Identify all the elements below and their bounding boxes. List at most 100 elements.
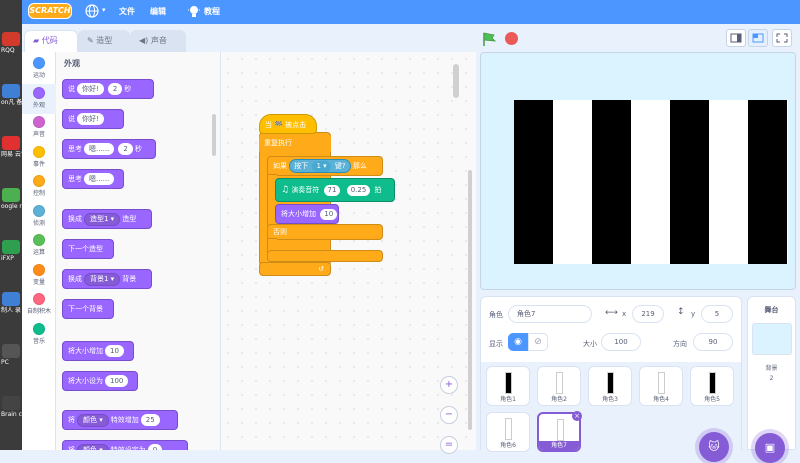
piano-key-sprite[interactable] [514, 100, 553, 264]
green-flag-icon[interactable] [482, 32, 496, 46]
change-size-input[interactable]: 10 [320, 208, 338, 220]
show-hidden-button[interactable]: ⊘ [528, 333, 548, 351]
piano-key-sprite[interactable] [670, 100, 709, 264]
backdrop-count: 2 [769, 375, 774, 382]
looks-block[interactable]: 思考 嗯...... 2 秒 [62, 139, 156, 159]
if-else-block[interactable]: 如果 按下 1 ▾ 键? 那么 [267, 156, 383, 176]
stop-button[interactable] [505, 32, 518, 45]
menu-tutorials[interactable]: 教程 [204, 5, 220, 19]
block-text-input[interactable]: 你好! [77, 113, 104, 125]
looks-block[interactable]: 下一个造型 [62, 239, 114, 259]
stage-selector-panel[interactable]: 舞台 背景 2 ▣ [747, 296, 796, 463]
block-text-input[interactable]: 嗯...... [84, 143, 115, 155]
block-text-input[interactable]: 你好! [77, 83, 104, 95]
key-dropdown[interactable]: 1 ▾ [312, 160, 331, 172]
desktop-icon[interactable]: iFXP [0, 238, 22, 268]
when-flag-clicked-block[interactable]: 当 🏁 被点击 [259, 114, 317, 134]
add-sprite-button[interactable]: 🐱 [699, 432, 729, 462]
stage-canvas[interactable] [480, 52, 796, 290]
zoom-out-button[interactable]: − [440, 406, 458, 424]
sprite-thumbnail[interactable]: 角色6 [486, 412, 530, 452]
desktop-icon[interactable]: Brain chara [0, 394, 22, 424]
palette-scrollbar[interactable] [212, 114, 216, 156]
piano-key-sprite[interactable] [631, 100, 670, 264]
looks-block[interactable]: 将颜色 ▾ 特效增加 25 [62, 410, 178, 430]
block-text-input[interactable]: 嗯...... [84, 173, 115, 185]
block-number-input[interactable]: 25 [140, 414, 160, 426]
key-pressed-block[interactable]: 按下 1 ▾ 键? [289, 159, 351, 173]
category-item[interactable]: 变量 [22, 261, 56, 291]
looks-block[interactable]: 将颜色 ▾ 特效设定为 0 [62, 440, 188, 450]
category-item[interactable]: 声音 [22, 113, 56, 143]
desktop-icon[interactable]: RQQ [0, 30, 22, 60]
block-number-input[interactable]: 2 [118, 143, 133, 155]
note-input[interactable]: 71 [323, 184, 341, 196]
direction-input[interactable]: 90 [693, 333, 733, 351]
menu-file[interactable]: 文件 [119, 5, 135, 19]
sprite-thumbnail[interactable]: 角色7 × [537, 411, 582, 452]
sprite-thumbnail[interactable]: 角色5 [690, 366, 734, 406]
globe-icon[interactable] [85, 4, 99, 18]
category-item[interactable]: 运动 [22, 54, 56, 84]
delete-sprite-icon[interactable]: × [572, 411, 582, 421]
block-dropdown[interactable]: 颜色 ▾ [77, 413, 109, 427]
script-workspace[interactable]: 当 🏁 被点击 重复执行 如果 按下 1 ▾ 键? 那么 ♫ 演奏音符 71 0… [221, 52, 476, 454]
block-number-input[interactable]: 0 [147, 444, 163, 450]
tab-code[interactable]: ▰ 代码 [24, 30, 78, 52]
desktop-icon[interactable]: on凡 备60 [0, 82, 22, 112]
sprite-thumbnail[interactable]: 角色4 [639, 366, 683, 406]
fullscreen-button[interactable] [772, 29, 792, 47]
sprite-thumbnail[interactable]: 角色2 [537, 366, 581, 406]
large-stage-button[interactable] [748, 29, 768, 47]
block-dropdown[interactable]: 背景1 ▾ [84, 272, 121, 286]
looks-block[interactable]: 将大小设为 100 [62, 371, 138, 391]
piano-key-sprite[interactable] [553, 100, 592, 264]
category-item[interactable]: 音乐 [22, 320, 56, 350]
desktop-icon[interactable]: 网易 云音 [0, 134, 22, 164]
menu-edit[interactable]: 编辑 [150, 5, 166, 19]
desktop-icon[interactable]: 制人 录 ver [0, 290, 22, 320]
tab-costumes[interactable]: ✎ 造型 [78, 30, 130, 52]
y-input[interactable]: 5 [701, 305, 733, 323]
size-input[interactable]: 100 [601, 333, 641, 351]
beats-input[interactable]: 0.25 [346, 184, 371, 196]
add-backdrop-button[interactable]: ▣ [755, 433, 785, 463]
looks-block[interactable]: 说你好! [62, 109, 124, 129]
block-dropdown[interactable]: 造型1 ▾ [84, 212, 121, 226]
desktop-icon[interactable]: PC [0, 342, 22, 372]
x-input[interactable]: 219 [632, 305, 664, 323]
category-item[interactable]: 事件 [22, 143, 56, 173]
zoom-in-button[interactable]: + [440, 376, 458, 394]
tab-sounds[interactable]: ◀) 声音 [130, 30, 186, 52]
scratch-logo[interactable]: SCRATCH [28, 3, 72, 19]
looks-block[interactable]: 将大小增加 10 [62, 341, 134, 361]
block-number-input[interactable]: 2 [107, 83, 123, 95]
piano-key-sprite[interactable] [592, 100, 631, 264]
block-number-input[interactable]: 100 [105, 375, 129, 387]
workspace-scrollbar-top[interactable] [453, 64, 459, 98]
sprite-name-input[interactable]: 角色7 [508, 305, 592, 323]
sprite-thumbnail[interactable]: 角色3 [588, 366, 632, 406]
category-item[interactable]: 控制 [22, 172, 56, 202]
category-item[interactable]: 自制积木 [22, 290, 56, 320]
piano-key-sprite[interactable] [709, 100, 748, 264]
block-number-input[interactable]: 10 [105, 345, 124, 357]
desktop-icon[interactable]: oogle rome [0, 186, 22, 216]
category-item[interactable]: 侦测 [22, 202, 56, 232]
looks-block[interactable]: 换成 背景1 ▾ 背景 [62, 269, 152, 289]
zoom-reset-button[interactable]: = [440, 436, 458, 454]
show-visible-button[interactable]: ◉ [508, 333, 528, 351]
category-item[interactable]: 外观 [22, 83, 56, 114]
play-note-block[interactable]: ♫ 演奏音符 71 0.25 拍 [275, 178, 395, 202]
looks-block[interactable]: 思考 嗯...... [62, 169, 124, 189]
looks-block[interactable]: 下一个背景 [62, 299, 114, 319]
sprite-thumbnail[interactable]: 角色1 [486, 366, 530, 406]
workspace-scrollbar[interactable] [468, 170, 472, 430]
piano-key-sprite[interactable] [748, 100, 787, 264]
category-item[interactable]: 运算 [22, 231, 56, 261]
change-size-block[interactable]: 将大小增加 10 [275, 204, 339, 224]
block-dropdown[interactable]: 颜色 ▾ [77, 443, 109, 450]
looks-block[interactable]: 换成 造型1 ▾ 造型 [62, 209, 152, 229]
small-stage-button[interactable] [726, 29, 746, 47]
looks-block[interactable]: 说你好! 2 秒 [62, 79, 154, 99]
